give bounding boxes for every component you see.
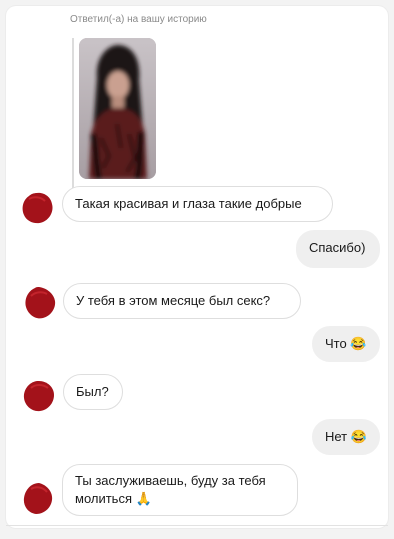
blurred-portrait-image — [79, 38, 156, 179]
story-reply-indicator-line — [72, 38, 74, 188]
message-line: молиться 🙏 — [75, 491, 152, 506]
message-line: Ты заслуживаешь, буду за тебя — [75, 473, 266, 488]
incoming-message[interactable]: Был? — [63, 374, 123, 410]
incoming-message[interactable]: У тебя в этом месяце был секс? — [63, 283, 301, 319]
story-reply-label: Ответил(-а) на вашу историю — [70, 14, 207, 25]
red-blot-icon — [25, 287, 56, 319]
outgoing-message[interactable]: Нет 😂 — [312, 419, 380, 455]
red-blot-icon — [23, 483, 53, 514]
sender-avatar-redacted[interactable] — [23, 286, 57, 320]
screenshot-frame: Ответил(-а) на вашу историю Такая красив… — [0, 0, 394, 539]
sender-avatar-redacted[interactable] — [22, 379, 56, 413]
outgoing-message[interactable]: Спасибо) — [296, 230, 380, 268]
direct-message-thread[interactable]: Ответил(-а) на вашу историю Такая красив… — [6, 6, 388, 528]
incoming-message[interactable]: Такая красивая и глаза такие добрые — [62, 186, 333, 222]
red-blot-icon — [22, 192, 53, 224]
story-thumbnail[interactable] — [79, 38, 156, 179]
sender-avatar-redacted[interactable] — [21, 482, 55, 516]
incoming-message-multiline[interactable]: Ты заслуживаешь, буду за тебя молиться 🙏 — [62, 464, 298, 516]
sender-avatar-redacted[interactable] — [20, 191, 54, 225]
red-blot-icon — [23, 381, 54, 412]
outgoing-message[interactable]: Что 😂 — [312, 326, 380, 362]
composer-divider — [6, 525, 388, 526]
